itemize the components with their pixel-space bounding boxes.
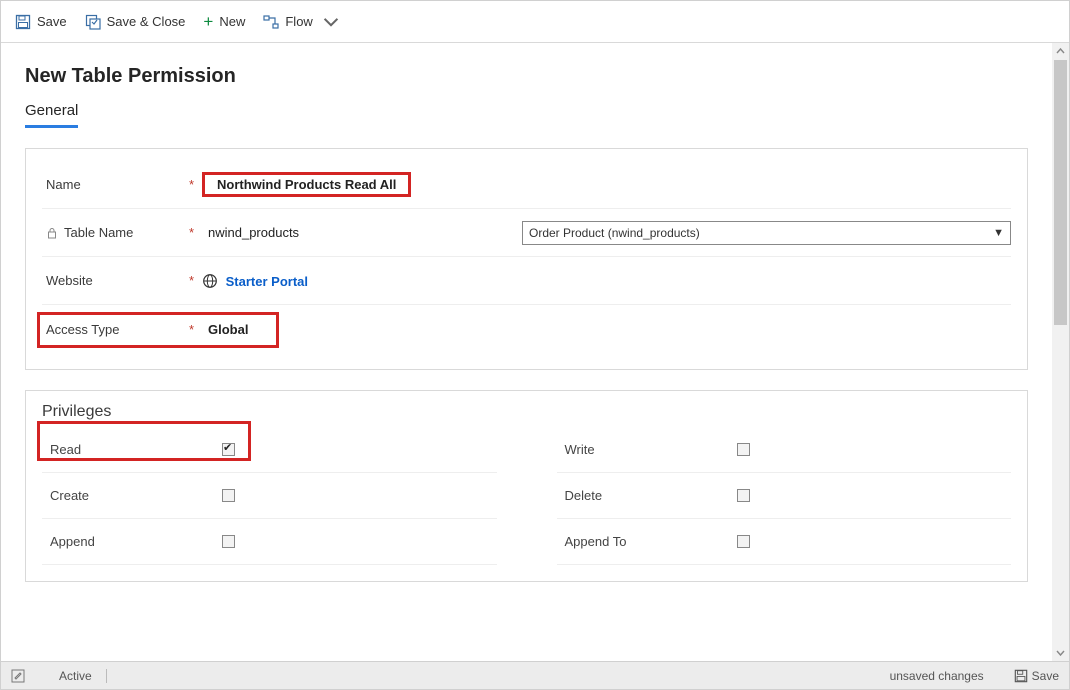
general-section: Name * Northwind Products Read All (25, 148, 1028, 370)
required-marker: * (189, 177, 202, 192)
unsaved-changes-label: unsaved changes (890, 669, 984, 683)
append-checkbox[interactable] (222, 535, 235, 548)
edit-status-icon (11, 669, 25, 683)
append-to-label: Append To (557, 534, 737, 549)
footer-save-label: Save (1032, 669, 1059, 683)
save-icon (1014, 669, 1028, 683)
save-icon (15, 14, 31, 30)
flow-button[interactable]: Flow (263, 14, 338, 30)
page-title: New Table Permission (25, 65, 1028, 88)
new-button[interactable]: + New (203, 13, 245, 30)
table-name-label: Table Name * (42, 225, 202, 240)
table-name-field[interactable]: nwind_products (202, 221, 305, 244)
lock-icon (46, 227, 58, 239)
write-checkbox[interactable] (737, 443, 750, 456)
privileges-section: Privileges Read Write Create (25, 390, 1028, 582)
append-label: Append (42, 534, 222, 549)
website-label: Website * (42, 273, 202, 288)
delete-label: Delete (557, 488, 737, 503)
scroll-down-button[interactable] (1052, 644, 1069, 661)
flow-icon (263, 14, 279, 30)
website-value[interactable]: Starter Portal (202, 273, 308, 289)
access-type-label: Access Type * (42, 322, 202, 337)
save-close-label: Save & Close (107, 14, 186, 29)
write-label: Write (557, 442, 737, 457)
plus-icon: + (203, 13, 213, 30)
globe-icon (202, 273, 218, 289)
new-label: New (219, 14, 245, 29)
scrollbar-thumb[interactable] (1054, 60, 1067, 325)
vertical-scrollbar[interactable] (1052, 43, 1069, 661)
caret-down-icon: ▼ (993, 227, 1004, 239)
create-label: Create (42, 488, 222, 503)
name-highlight: Northwind Products Read All (202, 172, 411, 197)
read-checkbox[interactable] (222, 443, 235, 456)
create-checkbox[interactable] (222, 489, 235, 502)
privileges-title: Privileges (42, 403, 1011, 421)
table-name-dropdown[interactable]: Order Product (nwind_products) ▼ (522, 221, 1011, 245)
name-label: Name * (42, 177, 202, 192)
command-bar: Save Save & Close + New Flow (1, 1, 1069, 43)
separator (106, 669, 107, 683)
scrollbar-track[interactable] (1052, 60, 1069, 644)
scroll-up-button[interactable] (1052, 43, 1069, 60)
append-to-checkbox[interactable] (737, 535, 750, 548)
flow-label: Flow (285, 14, 312, 29)
footer-save-button[interactable]: Save (1014, 669, 1059, 683)
required-marker: * (189, 273, 202, 288)
delete-checkbox[interactable] (737, 489, 750, 502)
tab-general[interactable]: General (25, 102, 78, 128)
status-bar: Active unsaved changes Save (1, 661, 1069, 689)
save-button[interactable]: Save (15, 14, 67, 30)
dropdown-value: Order Product (nwind_products) (529, 226, 700, 240)
access-type-field[interactable]: Global (202, 318, 254, 341)
save-close-button[interactable]: Save & Close (85, 14, 186, 30)
save-label: Save (37, 14, 67, 29)
tab-row: General (25, 102, 1028, 128)
read-label: Read (42, 442, 222, 457)
record-status: Active (59, 669, 92, 683)
required-marker: * (189, 225, 202, 240)
chevron-down-icon (323, 14, 339, 30)
name-field[interactable]: Northwind Products Read All (211, 173, 402, 196)
required-marker: * (189, 322, 202, 337)
save-close-icon (85, 14, 101, 30)
